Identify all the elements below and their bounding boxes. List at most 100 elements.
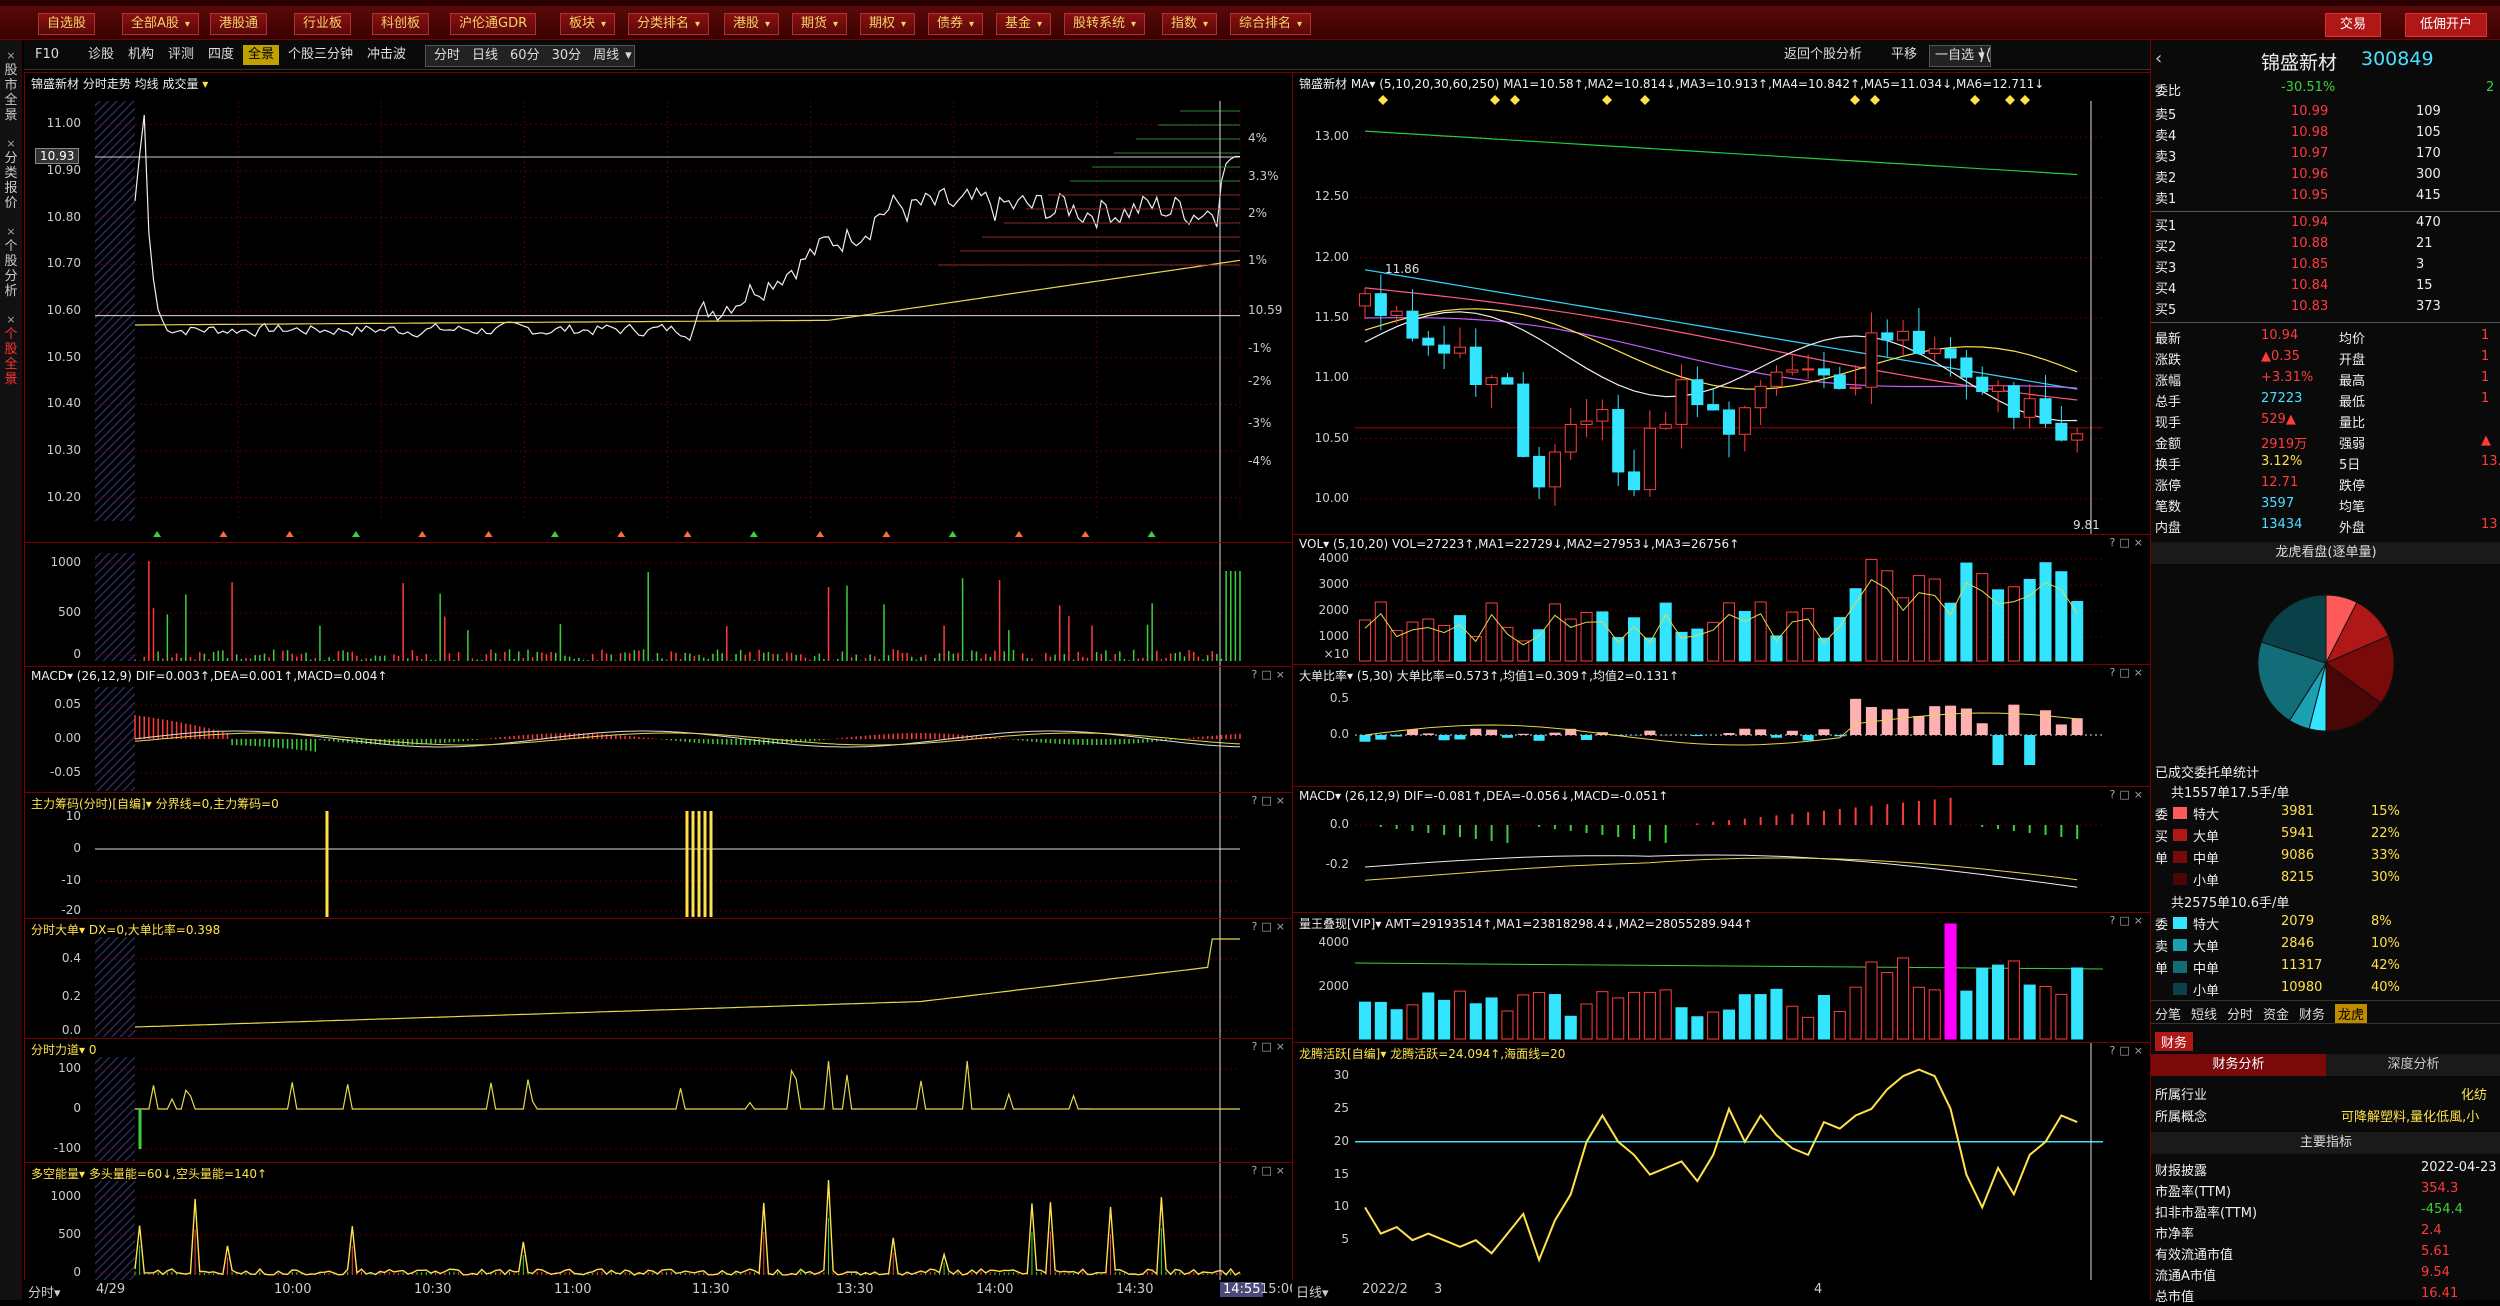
analysis-item-3[interactable]: 评测	[163, 45, 199, 65]
market-tab-9[interactable]: 期货▾	[792, 13, 847, 35]
chevron-down-icon[interactable]: ▾	[202, 77, 208, 91]
date-axis-mode[interactable]: 日线▾	[1296, 1282, 1329, 1301]
sell-summary: 共2575单10.6手/单	[2151, 892, 2500, 912]
trade-button[interactable]: 交易	[2325, 13, 2381, 37]
analysis-item-6[interactable]: 个股三分钟	[283, 45, 358, 65]
fin-subtab-0[interactable]: 财务分析	[2151, 1054, 2326, 1076]
left-tab-0[interactable]: ×股市全景	[0, 48, 22, 123]
side-tab-3[interactable]: 资金	[2263, 1004, 2289, 1023]
left-tab-3[interactable]: ×个股全景	[0, 312, 22, 387]
panel-controls[interactable]: ?□×	[2110, 1044, 2147, 1057]
analysis-item-4[interactable]: 四度	[203, 45, 239, 65]
collapse-icon[interactable]: ⟩⟨	[1974, 45, 1996, 65]
left-tab-2[interactable]: ×个股分析	[0, 224, 22, 299]
analysis-item-0[interactable]: F10	[30, 45, 64, 65]
market-tab-10[interactable]: 期权▾	[860, 13, 915, 35]
market-tab-13[interactable]: 股转系统▾	[1064, 13, 1145, 35]
buy-level-row[interactable]: 买510.83373	[2151, 299, 2500, 319]
panel-controls[interactable]: ?□×	[2110, 536, 2147, 549]
fin-subtab-1[interactable]: 深度分析	[2326, 1054, 2500, 1076]
market-tab-6[interactable]: 板块▾	[560, 13, 615, 35]
webi-value: -30.51%	[2281, 80, 2335, 95]
intraday-macd-panel[interactable]: MACD▾ (26,12,9) DIF=0.003↑,DEA=0.001↑,MA…	[24, 666, 1294, 794]
sell-level-row[interactable]: 卖210.96300	[2151, 167, 2500, 187]
market-tab-7[interactable]: 分类排名▾	[628, 13, 709, 35]
market-tab-8[interactable]: 港股▾	[724, 13, 779, 35]
close-icon[interactable]: ×	[0, 48, 22, 63]
market-tab-1[interactable]: 全部A股▾	[122, 13, 199, 35]
panel-controls[interactable]: ?□×	[1252, 668, 1289, 681]
panel-controls[interactable]: ?□×	[1252, 794, 1289, 807]
finance-tab[interactable]: 财务	[2155, 1032, 2193, 1051]
period-0[interactable]: 分时	[434, 48, 460, 63]
market-tab-5[interactable]: 沪伦通GDR	[450, 13, 536, 35]
market-tab-12[interactable]: 基金▾	[996, 13, 1051, 35]
y-tick-label: 12.50	[1301, 189, 1349, 203]
close-icon[interactable]: ×	[0, 136, 22, 151]
market-tab-2[interactable]: 港股通	[210, 13, 267, 35]
buy-level-row[interactable]: 买410.8415	[2151, 278, 2500, 298]
y-tick-label: -2%	[1248, 374, 1288, 388]
analysis-item-7[interactable]: 冲击波	[362, 45, 411, 65]
period-selector[interactable]: 分时日线60分30分周线▾	[425, 45, 635, 67]
market-tab-15[interactable]: 综合排名▾	[1230, 13, 1311, 35]
side-tab-0[interactable]: 分笔	[2155, 1004, 2181, 1023]
panel-controls[interactable]: ?□×	[1252, 1040, 1289, 1053]
y-tick-label: 10.80	[33, 210, 81, 224]
market-tab-4[interactable]: 科创板	[372, 13, 429, 35]
panel-controls[interactable]: ?□×	[1252, 1164, 1289, 1177]
panel-controls[interactable]: ?□×	[1252, 920, 1289, 933]
analysis-item-5[interactable]: 全景	[243, 45, 279, 65]
dragon-active-panel[interactable]: 龙腾活跃[自编]▾ 龙腾活跃=24.094↑,海面线=20 ?□× 302520…	[1292, 1042, 2152, 1282]
intraday-price-panel[interactable]: 锦盛新材 分时走势 均线 成交量 ▾ 11.0010.9010.8010.701…	[24, 72, 1294, 544]
big-order-ratio-panel[interactable]: 大单比率▾ (5,30) 大单比率=0.573↑,均值1=0.309↑,均值2=…	[1292, 664, 2152, 788]
daily-kline-panel[interactable]: 锦盛新材 MA▾ (5,10,20,30,60,250) MA1=10.58↑,…	[1292, 72, 2152, 544]
long-short-energy-panel[interactable]: 多空能量▾ 多头量能=60↓,空头量能=140↑ ?□× 10005000	[24, 1162, 1294, 1282]
y-tick-label: 0.0	[1301, 727, 1349, 741]
open-account-button[interactable]: 低佣开户	[2405, 13, 2487, 37]
intraday-force-panel[interactable]: 分时力道▾ 0 ?□× 1000-100	[24, 1038, 1294, 1164]
analysis-item-1[interactable]: 诊股	[83, 45, 119, 65]
pan-button[interactable]: 平移	[1886, 45, 1922, 65]
side-tab-4[interactable]: 财务	[2299, 1004, 2325, 1023]
y-tick-label: 0.2	[33, 989, 81, 1003]
back-chevron-icon[interactable]: ‹	[2155, 48, 2162, 69]
chart-canvas	[25, 543, 1293, 667]
time-axis-mode[interactable]: 分时▾	[28, 1282, 61, 1301]
period-2[interactable]: 60分	[510, 48, 540, 63]
analysis-item-2[interactable]: 机构	[123, 45, 159, 65]
side-tab-5[interactable]: 龙虎	[2335, 1004, 2367, 1023]
side-tab-1[interactable]: 短线	[2191, 1004, 2217, 1023]
close-icon[interactable]: ×	[0, 224, 22, 239]
daily-macd-panel[interactable]: MACD▾ (26,12,9) DIF=-0.081↑,DEA=-0.056↓,…	[1292, 786, 2152, 914]
side-tab-2[interactable]: 分时	[2227, 1004, 2253, 1023]
volume-king-panel[interactable]: 量王叠现[VIP]▾ AMT=29193514↑,MA1=23818298.4↓…	[1292, 912, 2152, 1044]
intraday-big-order-panel[interactable]: 分时大单▾ DX=0,大单比率=0.398 ?□× 0.40.20.0	[24, 918, 1294, 1040]
market-tab-3[interactable]: 行业板	[294, 13, 351, 35]
panel-controls[interactable]: ?□×	[2110, 666, 2147, 679]
period-1[interactable]: 日线	[472, 48, 498, 63]
market-tab-label: 债券	[937, 16, 963, 31]
period-3[interactable]: 30分	[552, 48, 582, 63]
main-chips-panel[interactable]: 主力筹码(分时)[自编]▾ 分界线=0,主力筹码=0 ?□× 100-10-20	[24, 792, 1294, 920]
buy-level-row[interactable]: 买110.94470	[2151, 215, 2500, 235]
left-tab-1[interactable]: ×分类报价	[0, 136, 22, 211]
sell-level-row[interactable]: 卖510.99109	[2151, 104, 2500, 124]
panel-controls[interactable]: ?□×	[2110, 914, 2147, 927]
market-tab-0[interactable]: 自选股	[38, 13, 95, 35]
buy-level-row[interactable]: 买310.853	[2151, 257, 2500, 277]
sell-level-row[interactable]: 卖310.97170	[2151, 146, 2500, 166]
market-tab-11[interactable]: 债券▾	[928, 13, 983, 35]
market-tab-14[interactable]: 指数▾	[1162, 13, 1217, 35]
close-icon[interactable]: ×	[0, 312, 22, 327]
sell-level-row[interactable]: 卖410.98105	[2151, 125, 2500, 145]
buy-level-row[interactable]: 买210.8821	[2151, 236, 2500, 256]
period-4[interactable]: 周线	[593, 48, 619, 63]
main-indicators-header: 主要指标	[2151, 1132, 2500, 1154]
market-tab-label: 期权	[869, 16, 895, 31]
daily-volume-panel[interactable]: VOL▾ (5,10,20) VOL=27223↑,MA1=22729↓,MA2…	[1292, 534, 2152, 666]
intraday-volume-panel[interactable]: 10005000	[24, 542, 1294, 668]
panel-controls[interactable]: ?□×	[2110, 788, 2147, 801]
sell-level-row[interactable]: 卖110.95415	[2151, 188, 2500, 208]
back-to-analysis-button[interactable]: 返回个股分析	[1779, 45, 1867, 65]
